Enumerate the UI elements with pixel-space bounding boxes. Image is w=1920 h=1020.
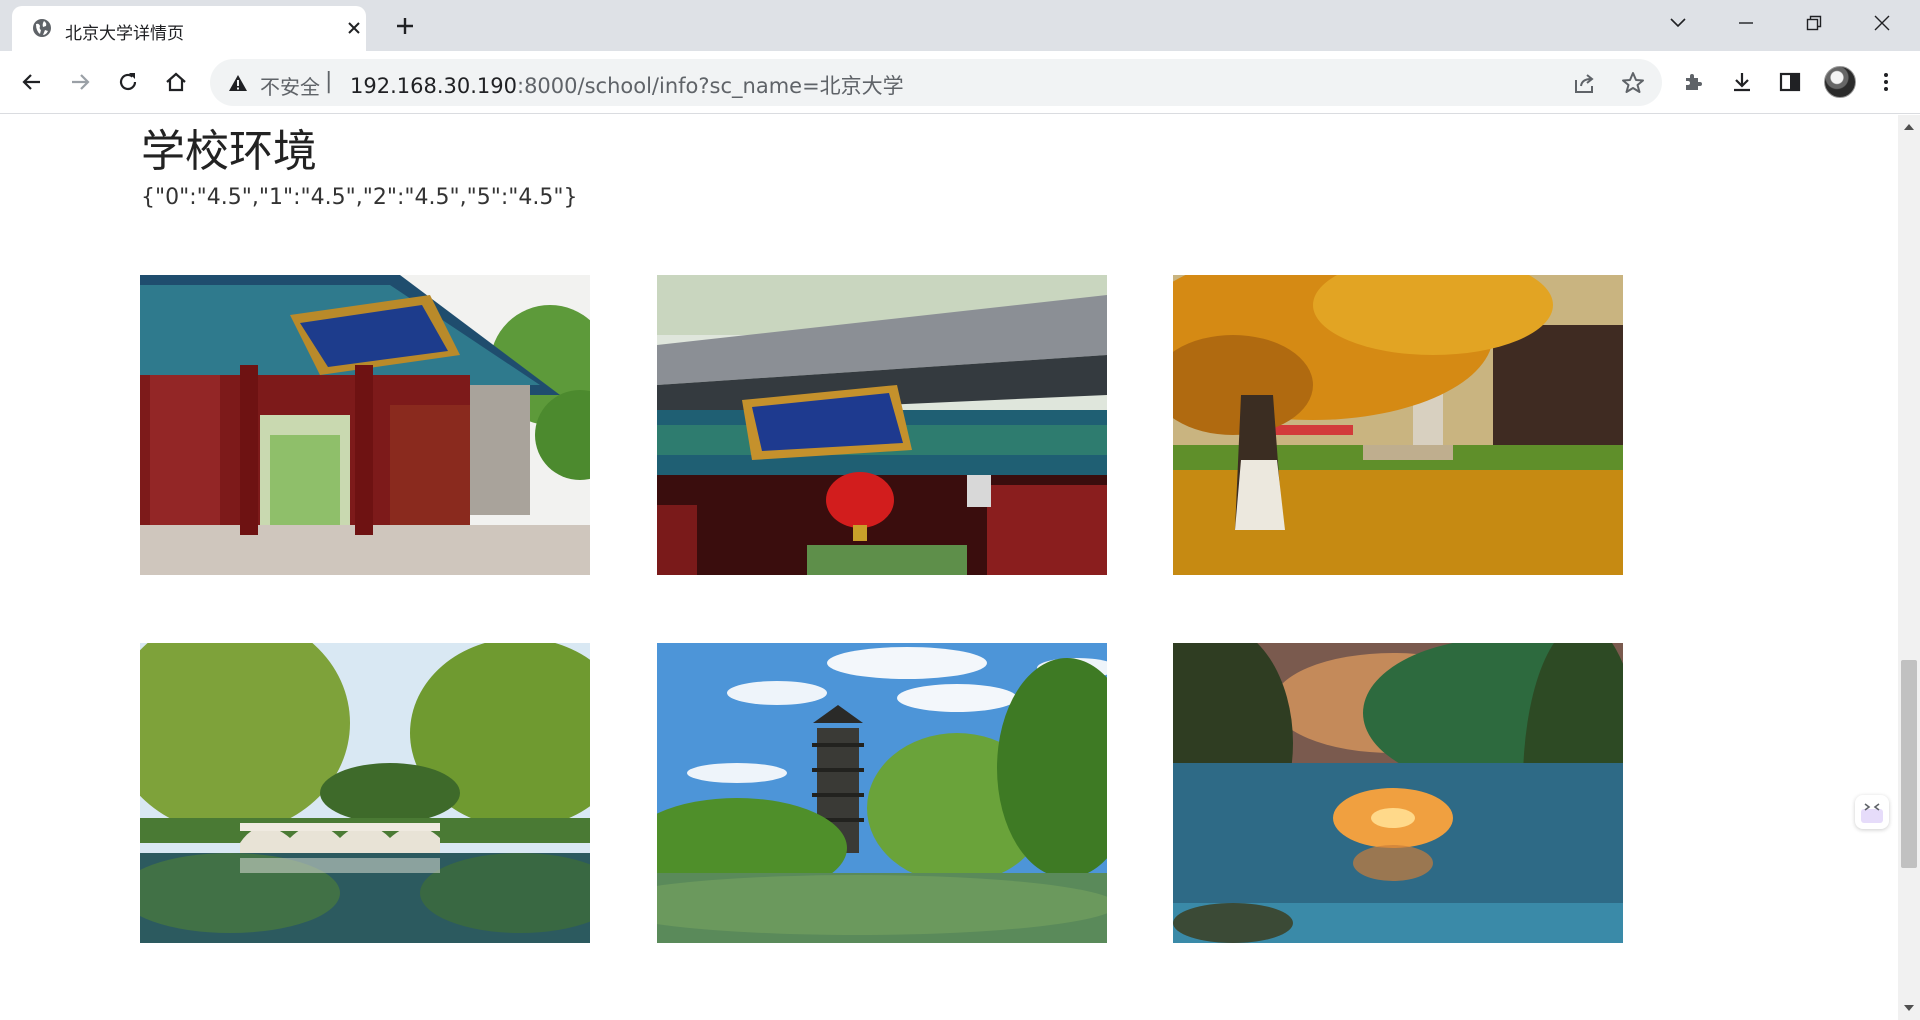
profile-avatar[interactable] [1824,66,1856,98]
browser-toolbar: 不安全 | 192.168.30.190:8000/school/info?sc… [0,51,1920,114]
forward-arrow-icon [72,74,90,90]
scrollbar-thumb[interactable] [1901,660,1917,868]
restore-icon [1806,15,1822,31]
ratings-json-text: {"0":"4.5","1":"4.5","2":"4.5","5":"4.5"… [141,185,578,210]
new-tab-icon[interactable] [390,11,420,41]
vertical-scrollbar[interactable] [1898,115,1920,1020]
willow-bridge-lake-photo[interactable] [140,643,590,943]
scroll-up-arrow-icon[interactable] [1904,123,1914,131]
back-arrow-icon [22,74,40,90]
more-vertical-icon [1884,73,1888,91]
share-icon[interactable] [1572,70,1598,96]
close-tab-icon[interactable] [342,16,366,40]
separator: | [325,69,333,94]
boya-pagoda-photo[interactable] [657,643,1107,943]
home-button[interactable] [158,64,194,100]
section-title: 学校环境 [141,126,317,177]
tab-search-button[interactable] [1654,4,1704,42]
bookmark-star-icon[interactable] [1620,70,1646,96]
minimize-button[interactable] [1722,4,1772,42]
warning-icon[interactable] [228,73,248,93]
page-viewport: 学校环境 {"0":"4.5","1":"4.5","2":"4.5","5":… [0,115,1898,1020]
menu-button[interactable] [1868,64,1904,100]
side-panel-icon [1779,72,1801,92]
floating-side-widget[interactable] [1855,795,1889,829]
active-tab[interactable]: 北京大学详情页 [12,6,366,51]
side-panel-button[interactable] [1772,64,1808,100]
sunset-lake-photo[interactable] [1173,643,1623,943]
extensions-button[interactable] [1676,64,1712,100]
minimize-icon [1739,22,1753,24]
autumn-ginkgo-photo[interactable] [1173,275,1623,575]
reload-icon [119,73,137,91]
scroll-down-arrow-icon[interactable] [1904,1004,1914,1012]
downloads-button[interactable] [1724,64,1760,100]
url-path: :8000/school/info?sc_name=北京大学 [517,74,904,98]
chevron-down-icon [1670,18,1686,28]
west-gate-photo[interactable] [140,275,590,575]
forward-button[interactable] [62,64,98,100]
reload-button[interactable] [110,64,146,100]
back-button[interactable] [14,64,50,100]
puzzle-icon [1686,74,1702,90]
tab-strip: 北京大学详情页 [0,0,1920,51]
security-status[interactable]: 不安全 [260,71,320,100]
tab-title: 北京大学详情页 [65,24,184,44]
address-bar[interactable]: 不安全 | 192.168.30.190:8000/school/info?sc… [210,59,1662,106]
download-icon [1734,73,1750,92]
globe-icon [33,19,51,37]
home-icon [166,72,186,92]
restore-button[interactable] [1790,4,1840,42]
url-host: 192.168.30.190 [350,74,517,98]
close-window-button[interactable] [1858,4,1908,42]
url-text[interactable]: 192.168.30.190:8000/school/info?sc_name=… [350,70,904,100]
gate-plaque-lantern-photo[interactable] [657,275,1107,575]
translate-widget-icon [1861,803,1883,823]
close-icon [1874,15,1890,31]
